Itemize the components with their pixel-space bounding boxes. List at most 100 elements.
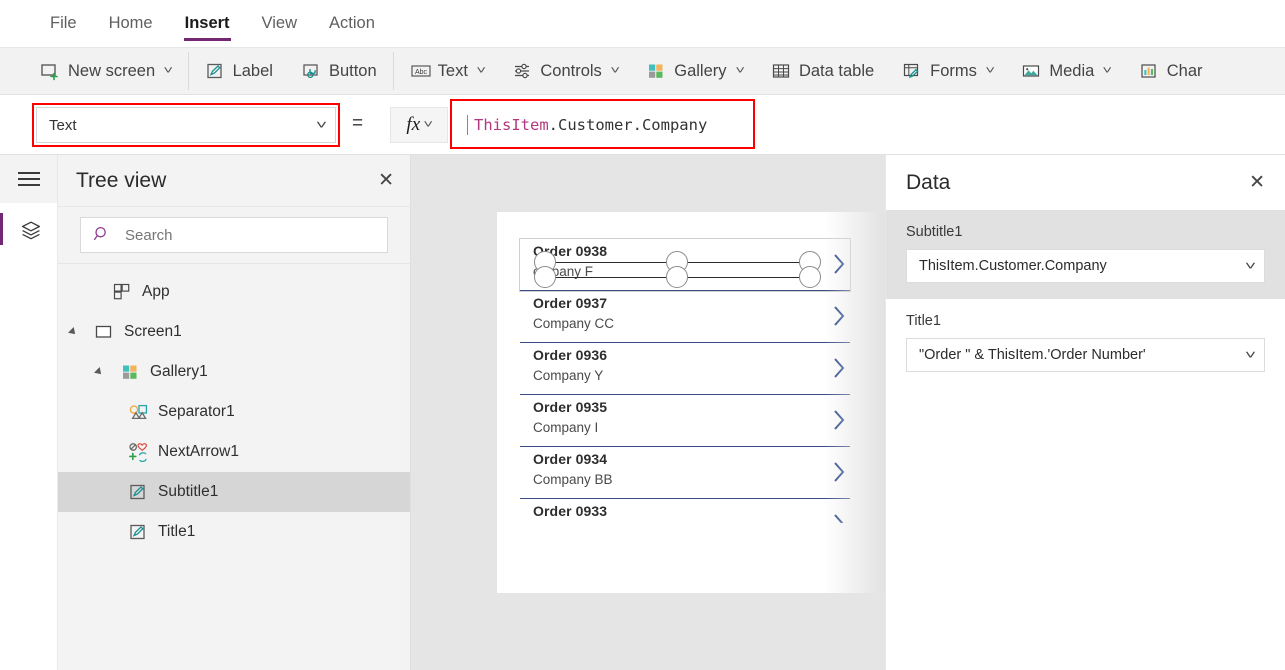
formula-token-path: .Customer.Company [549,116,708,134]
svg-text:Abc: Abc [415,69,428,76]
ribbon-new-screen-button[interactable]: New screen ˅ [26,47,186,95]
ribbon-divider [188,52,189,90]
tree-item-label: Title1 [158,523,195,541]
ribbon-charts-button[interactable]: Char [1125,47,1217,95]
gallery-icon [646,61,666,81]
tree-view-layers-icon [19,219,39,239]
resize-handle-bottom-left [534,266,556,288]
ribbon-gallery-label: Gallery [674,62,726,81]
tree-item-label: App [142,283,170,301]
label-icon [205,61,225,81]
label-control-icon [128,522,148,542]
left-rail [0,155,58,670]
chevron-down-icon: ˅ [424,119,434,131]
gallery-item-title: Order 0936 [533,347,607,363]
next-arrow-icon[interactable] [832,409,846,431]
tree-item-nextarrow1[interactable]: NextArrow1 [58,432,410,472]
fx-icon: fx [406,114,420,136]
hamburger-menu-button[interactable] [0,155,57,203]
controls-sliders-icon [512,61,532,81]
chevron-down-icon: ˅ [476,65,486,77]
selection-overlay [520,239,850,291]
button-icon [301,61,321,81]
next-arrow-icon[interactable] [832,513,846,535]
tree-item-label: Gallery1 [150,363,208,381]
gallery-item-subtitle: Company CC [533,316,614,331]
search-input[interactable]: Search [80,217,388,253]
next-arrow-icon[interactable] [832,461,846,483]
property-selector[interactable]: Text ˅ [36,107,336,143]
ribbon-data-table-label: Data table [799,62,874,81]
next-arrow-icon[interactable] [832,253,846,275]
app-canvas[interactable]: Order 0938 ompany F [411,155,885,670]
gallery-item[interactable]: Order 0935 Company I [520,395,850,447]
gallery-item-selected[interactable]: Order 0938 ompany F [520,239,850,291]
ribbon-media-button[interactable]: Media ˅ [1007,47,1124,95]
tree-item-screen1[interactable]: Screen1 [58,312,410,352]
chevron-down-icon: ˅ [164,65,174,77]
label-control-icon [128,482,148,502]
tree-item-app[interactable]: App [58,272,410,312]
close-icon[interactable]: ✕ [1249,173,1265,192]
gallery-item[interactable]: Order 0937 Company CC [520,291,850,343]
forms-icon [902,61,922,81]
gallery-item-subtitle: Company Y [533,368,603,383]
data-panel: Data ✕ Subtitle1 ThisItem.Customer.Compa… [885,155,1285,670]
ribbon-gallery-button[interactable]: Gallery ˅ [632,47,757,95]
data-panel-header: Data ✕ [886,155,1285,210]
tree-list: App Screen1 [58,264,410,552]
ribbon-media-label: Media [1049,62,1094,81]
data-table-icon [771,61,791,81]
data-field-label: Title1 [906,313,1265,329]
search-placeholder: Search [125,227,173,244]
ribbon-controls-label: Controls [540,62,601,81]
twisty-expanded-icon[interactable] [62,328,84,336]
next-arrow-icon[interactable] [832,305,846,327]
menu-item-action[interactable]: Action [313,0,391,47]
gallery-item-clipped[interactable]: Order 0933 [520,499,850,551]
chevron-down-icon: ˅ [735,65,745,77]
fx-button[interactable]: fx ˅ [390,107,448,143]
next-arrow-icon[interactable] [832,357,846,379]
data-panel-title: Data [906,171,950,195]
data-field-select[interactable]: ThisItem.Customer.Company ˅ [906,249,1265,283]
close-icon[interactable]: ✕ [378,171,394,190]
rail-button-tree-view[interactable] [0,203,57,255]
gallery-item-subtitle: Company BB [533,472,613,487]
ribbon-label-button[interactable]: Label [191,47,287,95]
tree-item-separator1[interactable]: Separator1 [58,392,410,432]
chevron-down-icon: ˅ [1245,259,1256,273]
ribbon-text-button[interactable]: Abc Text ˅ [396,47,499,95]
twisty-expanded-icon[interactable] [88,368,110,376]
gallery-control[interactable]: Order 0938 ompany F [520,239,850,551]
tree-item-label: NextArrow1 [158,443,239,461]
menu-item-insert[interactable]: Insert [169,0,246,47]
ribbon-data-table-button[interactable]: Data table [757,47,888,95]
ribbon-controls-button[interactable]: Controls ˅ [498,47,632,95]
tree-item-title1[interactable]: Title1 [58,512,410,552]
data-field-select[interactable]: "Order " & ThisItem.'Order Number' ˅ [906,338,1265,372]
media-image-icon [1021,61,1041,81]
text-abc-icon: Abc [410,61,430,81]
formula-input[interactable]: ThisItem .Customer.Company [455,103,1285,147]
menu-item-view[interactable]: View [246,0,313,47]
ribbon-text-label: Text [438,62,468,81]
text-cursor [467,115,468,135]
gallery-item-title: Order 0934 [533,451,607,467]
menu-item-home[interactable]: Home [93,0,169,47]
screen-preview: Order 0938 ompany F [497,212,885,593]
tree-item-label: Subtitle1 [158,483,218,501]
charts-icon [1139,61,1159,81]
menu-item-file[interactable]: File [34,0,93,47]
gallery-item-title: Order 0933 [533,503,607,519]
property-selector-value: Text [49,117,77,134]
gallery-item[interactable]: Order 0934 Company BB [520,447,850,499]
tree-item-subtitle1[interactable]: Subtitle1 [58,472,410,512]
nextarrow-icon [128,442,148,462]
tree-view-search-row: Search [58,207,410,264]
tree-item-gallery1[interactable]: Gallery1 [58,352,410,392]
data-field-value: "Order " & ThisItem.'Order Number' [919,347,1146,363]
ribbon-forms-button[interactable]: Forms ˅ [888,47,1007,95]
gallery-item[interactable]: Order 0936 Company Y [520,343,850,395]
ribbon-button-button[interactable]: Button [287,47,391,95]
